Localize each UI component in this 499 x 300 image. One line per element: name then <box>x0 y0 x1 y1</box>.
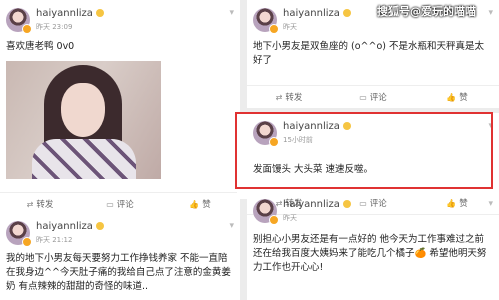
username[interactable]: haiyannliza <box>36 8 104 19</box>
post-action-bar: ⇄ 转发 ▭ 评论 👍 赞 <box>0 192 240 215</box>
like-button[interactable]: 👍 赞 <box>160 198 240 211</box>
verified-badge-icon <box>269 24 279 34</box>
post-time: 昨天 23:09 <box>36 23 73 31</box>
post-text: 我的地下小男友每天要努力工作挣钱养家 不能一直陪在我身边^^今天肚子痛的我给自己… <box>6 253 231 292</box>
repost-icon: ⇄ <box>26 199 34 209</box>
verified-badge-icon <box>22 237 32 247</box>
chevron-down-icon[interactable]: ▾ <box>229 221 234 231</box>
username[interactable]: haiyannliza <box>36 221 104 232</box>
post-text: 地下小男友是双鱼座的 (o^^o) 不是水瓶和天秤真是太好了 <box>253 41 484 66</box>
post-text: 喜欢唐老鸭 0v0 <box>6 41 75 52</box>
post-time: 昨天 21:12 <box>36 236 73 244</box>
post-action-bar: ⇄ 转发 ▭ 评论 👍 赞 <box>247 85 499 108</box>
member-badge-icon <box>95 222 104 230</box>
like-icon: 👍 <box>189 199 200 209</box>
username[interactable]: haiyannliza <box>283 8 351 19</box>
verified-badge-icon <box>269 215 279 225</box>
comment-button[interactable]: ▭ 评论 <box>80 198 160 211</box>
member-badge-icon <box>342 9 351 17</box>
verified-badge-icon <box>22 24 32 34</box>
watermark: 搜狐号@爱玩的喵喵 <box>377 5 476 18</box>
repost-button[interactable]: ⇄ 转发 <box>247 91 331 104</box>
chevron-down-icon[interactable]: ▾ <box>488 8 493 18</box>
post-header: haiyannliza 昨天 21:12 ▾ <box>6 219 234 249</box>
comment-icon: ▭ <box>106 199 114 209</box>
member-badge-icon <box>342 200 351 208</box>
weibo-post-card: haiyannliza 昨天 23:09 ▾ 喜欢唐老鸭 0v0 ⇄ 转发 ▭ 评论… <box>0 0 240 215</box>
weibo-post-card: ⇄ 转发 ▭ 评论 👍 赞 haiyannliza 昨天 ▾ 别担心小男友还是有一点好… <box>247 192 499 300</box>
chevron-down-icon[interactable]: ▾ <box>488 199 493 209</box>
post-text: 别担心小男友还是有一点好的 他今天为工作事难过之前还在给我百度大姨妈来了能吃几个… <box>253 234 487 273</box>
post-header: haiyannliza 昨天 23:09 ▾ <box>6 6 234 36</box>
username[interactable]: haiyannliza <box>283 199 351 210</box>
repost-button[interactable]: ⇄ 转发 <box>0 198 80 211</box>
highlight-box <box>235 112 493 189</box>
post-time: 昨天 <box>283 23 297 31</box>
post-photo[interactable] <box>6 61 161 179</box>
member-badge-icon <box>95 9 104 17</box>
repost-icon: ⇄ <box>275 92 283 102</box>
like-icon: 👍 <box>446 92 457 102</box>
post-time: 昨天 <box>283 214 297 222</box>
chevron-down-icon[interactable]: ▾ <box>229 8 234 18</box>
post-header: haiyannliza 昨天 ▾ <box>253 197 493 227</box>
comment-button[interactable]: ▭ 评论 <box>331 91 415 104</box>
like-button[interactable]: 👍 赞 <box>415 91 499 104</box>
weibo-post-card: haiyannliza 昨天 21:12 ▾ 我的地下小男友每天要努力工作挣钱养… <box>0 213 240 300</box>
comment-icon: ▭ <box>359 92 367 102</box>
